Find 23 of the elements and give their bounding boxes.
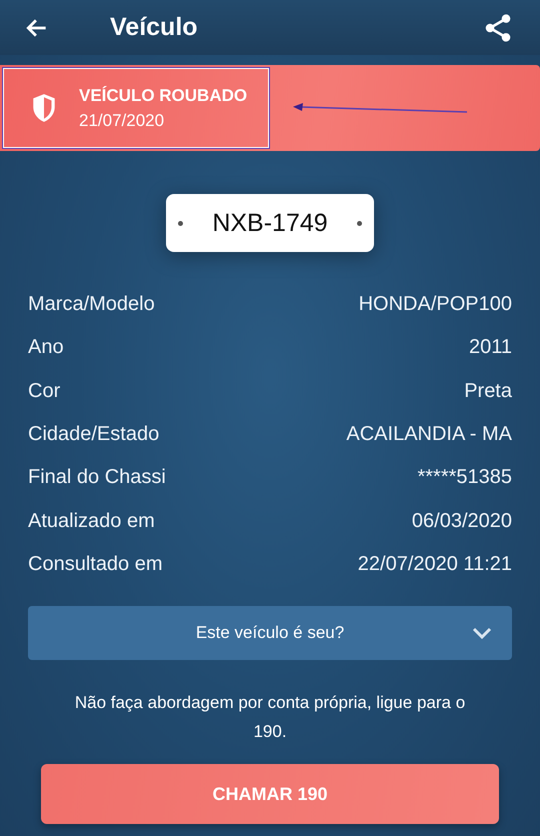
detail-label: Final do Chassi	[28, 466, 166, 490]
detail-label: Cidade/Estado	[28, 423, 160, 446]
plate-number: NXB-1749	[212, 208, 328, 238]
detail-value: 06/03/2020	[412, 510, 512, 533]
screen-title: Veículo	[110, 13, 199, 42]
detail-value: HONDA/POP100	[358, 293, 512, 316]
detail-label: Cor	[28, 380, 60, 403]
detail-label: Consultado em	[28, 552, 163, 576]
warning-text: Não faça abordagem por conta própria, ligue para o 190.	[74, 692, 466, 744]
owner-question-dropdown[interactable]: Este veículo é seu?	[28, 606, 512, 660]
alert-title: VEÍCULO ROUBADO	[79, 86, 248, 106]
detail-label: Atualizado em	[28, 510, 155, 533]
detail-value: 2011	[468, 336, 512, 360]
detail-value: Preta	[464, 380, 512, 403]
detail-value: *****51385	[417, 466, 512, 490]
call-button[interactable]: CHAMAR 190	[41, 764, 499, 824]
detail-label: Ano	[28, 336, 64, 360]
chevron-icon	[472, 627, 492, 640]
shield-icon	[31, 93, 57, 123]
detail-value: ACAILANDIA - MA	[346, 423, 512, 446]
detail-label: Marca/Modelo	[28, 293, 155, 316]
detail-value: 22/07/2020 11:21	[358, 552, 512, 576]
alert-date: 21/07/2020	[79, 110, 166, 130]
